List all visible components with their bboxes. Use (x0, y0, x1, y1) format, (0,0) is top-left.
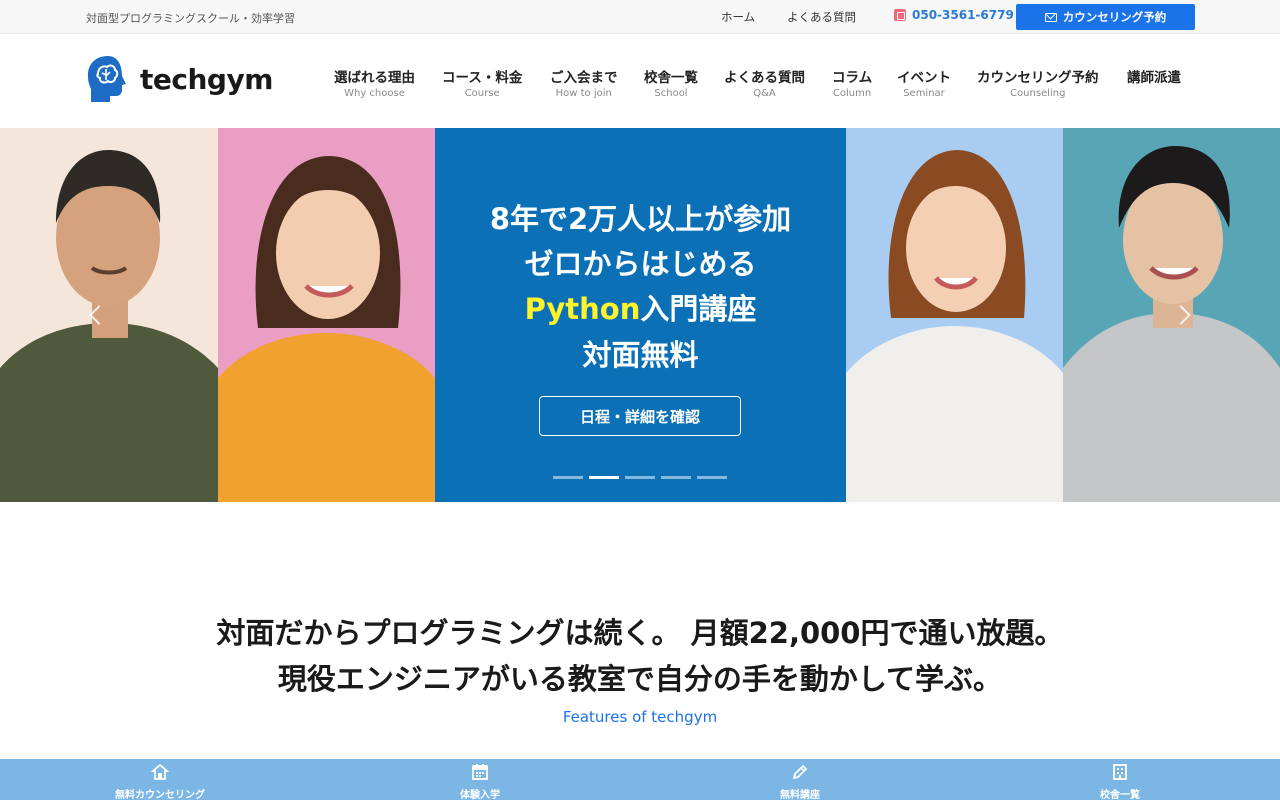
pencil-icon (792, 764, 808, 780)
free-counseling-button[interactable]: 無料カウンセリング (0, 759, 320, 801)
nav-item-faq[interactable]: よくある質問 Q&A (724, 66, 805, 99)
carousel-dot[interactable] (625, 476, 655, 479)
free-course-button[interactable]: 無料講座 (640, 759, 960, 801)
nav-sublabel: Q&A (753, 88, 776, 99)
nav-sublabel: Course (464, 88, 500, 99)
nav-item-instructor-dispatch[interactable]: 講師派遣 (1127, 66, 1181, 88)
nav-sublabel: School (654, 88, 688, 99)
nav-label: コラム (832, 70, 873, 86)
carousel-dot[interactable] (661, 476, 691, 479)
carousel-dot[interactable] (553, 476, 583, 479)
nav-sublabel: Counseling (1010, 88, 1066, 99)
bottom-action-bar: 無料カウンセリング 体験入学 無料講座 校舎一覧 (0, 759, 1280, 801)
nav-item-why-choose[interactable]: 選ばれる理由 Why choose (334, 66, 415, 99)
brand-name: techgym (140, 62, 273, 96)
building-icon (1113, 764, 1127, 780)
carousel-dot[interactable] (697, 476, 727, 479)
trial-enrollment-label: 体験入学 (460, 790, 500, 801)
nav-item-column[interactable]: コラム Column (832, 66, 872, 99)
person-photo-3 (846, 128, 1063, 502)
home-icon (151, 763, 169, 780)
school-list-button[interactable]: 校舎一覧 (960, 759, 1280, 801)
headline-line-1: 対面だからプログラミングは続く。 月額22,000円で通い放題。 (216, 616, 1064, 650)
mail-icon (1044, 12, 1057, 22)
hero-highlight: Python (524, 292, 641, 326)
nav-item-course[interactable]: コース・料金 Course (442, 66, 522, 99)
hero-line-2: ゼロからはじめる (524, 247, 757, 281)
nav-label: 校舎一覧 (644, 70, 698, 86)
nav-label: 講師派遣 (1127, 70, 1181, 86)
nav-item-seminar[interactable]: イベント Seminar (897, 66, 951, 99)
free-counseling-label: 無料カウンセリング (115, 790, 205, 801)
home-link[interactable]: ホーム (721, 9, 755, 25)
free-course-label: 無料講座 (780, 790, 820, 801)
nav-sublabel: Seminar (903, 88, 945, 99)
top-utility-bar: 対面型プログラミングスクール・効率学習 ホーム よくある質問 050-3561-… (0, 0, 1280, 34)
calendar-icon (472, 764, 488, 780)
nav-label: イベント (897, 70, 951, 86)
nav-label: よくある質問 (724, 70, 805, 86)
phone-number: 050-3561-6779 (912, 8, 1014, 22)
school-list-label: 校舎一覧 (1100, 790, 1140, 801)
nav-sublabel: Column (832, 88, 872, 99)
nav-sublabel: How to join (555, 88, 612, 99)
trial-enrollment-button[interactable]: 体験入学 (320, 759, 640, 801)
tagline: 対面型プログラミングスクール・効率学習 (86, 12, 295, 25)
nav-item-counseling[interactable]: カウンセリング予約 Counseling (977, 66, 1099, 99)
nav-label: カウンセリング予約 (977, 70, 1099, 86)
phone-icon (894, 9, 906, 21)
site-header: techgym 選ばれる理由 Why choose コース・料金 Course … (0, 34, 1280, 128)
nav-label: 選ばれる理由 (334, 70, 415, 86)
features-subtitle: Features of techgym (562, 708, 718, 726)
logo[interactable]: techgym (84, 54, 273, 104)
hero-promo-panel: 8年で2万人以上が参加 ゼロからはじめる Python入門講座 対面無料 日程・… (435, 128, 846, 502)
counseling-reservation-label: カウンセリング予約 (1062, 10, 1167, 24)
nav-sublabel: Why choose (344, 88, 405, 99)
schedule-details-button[interactable]: 日程・詳細を確認 (539, 396, 741, 436)
nav-item-how-to-join[interactable]: ご入会まで How to join (550, 66, 618, 99)
counseling-reservation-button[interactable]: カウンセリング予約 (1016, 4, 1195, 30)
nav-label: コース・料金 (442, 70, 523, 86)
hero-carousel: 8年で2万人以上が参加 ゼロからはじめる Python入門講座 対面無料 日程・… (0, 128, 1280, 502)
headline-line-2: 現役エンジニアがいる教室で自分の手を動かして学ぶ。 (277, 662, 1003, 696)
hero-line-1: 8年で2万人以上が参加 (489, 202, 792, 236)
person-photo-2 (218, 128, 435, 502)
main-headline: 対面だからプログラミングは続く。 月額22,000円で通い放題。 現役エンジニア… (0, 610, 1280, 702)
nav-label: ご入会まで (550, 70, 618, 86)
hero-line-3: Python入門講座 (435, 286, 846, 328)
brain-head-icon (87, 56, 126, 102)
faq-link[interactable]: よくある質問 (787, 9, 856, 25)
carousel-dot-active[interactable] (589, 476, 619, 479)
person-photo-1 (0, 128, 218, 502)
carousel-indicators (553, 476, 727, 479)
hero-line-3-rest: 入門講座 (640, 292, 757, 326)
hero-line-4: 対面無料 (582, 338, 699, 372)
phone-link[interactable]: 050-3561-6779 (894, 8, 1014, 22)
nav-item-school[interactable]: 校舎一覧 School (644, 66, 698, 99)
